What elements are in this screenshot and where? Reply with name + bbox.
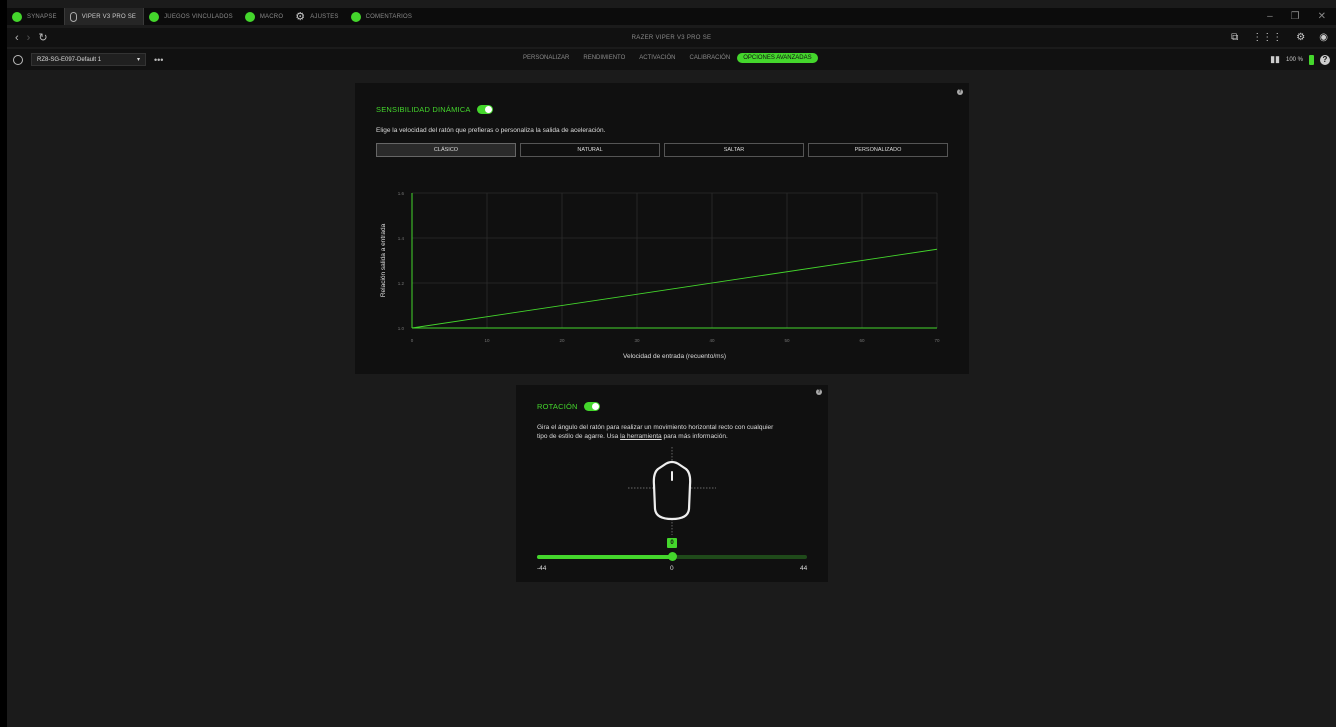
settings-icon[interactable]: ⚙ <box>1296 32 1305 43</box>
refresh-icon[interactable]: ↻ <box>38 31 47 44</box>
tab-feedback[interactable]: COMENTARIOS <box>346 8 419 25</box>
status-area: ▮▮ 100 % ? <box>1270 54 1336 65</box>
sub-tabs: PERSONALIZAR RENDIMIENTO ACTIVACIÓN CALI… <box>516 53 818 63</box>
y-axis-title: Relación salida a entrada <box>380 223 387 297</box>
maximize-icon[interactable]: ❐ <box>1291 11 1300 22</box>
help-icon[interactable]: ? <box>1320 54 1330 65</box>
x-tick-label: 20 <box>559 338 565 343</box>
rotation-value-badge: 0 <box>667 538 677 548</box>
device-title: RAZER VIPER V3 PRO SE <box>631 34 712 41</box>
subtab-calibracion[interactable]: CALIBRACIÓN <box>683 53 738 63</box>
close-icon[interactable]: ✕ <box>1318 11 1326 22</box>
y-tick-label: 1.6 <box>398 191 405 196</box>
profile-select[interactable]: RZ8-SG-E097-Default 1 ▾ <box>31 53 146 66</box>
tab-label: SYNAPSE <box>27 13 57 20</box>
chevron-down-icon: ▾ <box>136 57 140 63</box>
forward-icon[interactable]: › <box>27 32 31 44</box>
tab-macro[interactable]: MACRO <box>240 8 290 25</box>
series-line <box>411 248 938 329</box>
mouse-outline-icon <box>652 460 692 521</box>
macro-icon <box>244 11 255 22</box>
profile-name: RZ8-SG-E097-Default 1 <box>37 56 102 63</box>
battery-icon <box>1309 54 1314 65</box>
nav-tools: ⧉ ⋮⋮⋮ ⚙ ◉ <box>1231 32 1336 43</box>
devices-icon[interactable]: ⧉ <box>1231 32 1238 43</box>
tab-label: COMENTARIOS <box>365 13 413 20</box>
apps-grid-icon[interactable]: ⋮⋮⋮ <box>1252 32 1282 43</box>
feedback-icon <box>350 11 361 22</box>
x-tick-label: 50 <box>784 338 790 343</box>
subtab-rendimiento[interactable]: RENDIMIENTO <box>576 53 632 63</box>
rotation-max-label: 44 <box>800 565 808 572</box>
y-tick-label: 1.2 <box>398 281 405 286</box>
tab-label: VIPER V3 PRO SE <box>81 13 137 20</box>
subtab-opciones-avanzadas[interactable]: OPCIONES AVANZADAS <box>737 53 818 63</box>
subtab-activacion[interactable]: ACTIVACIÓN <box>632 53 682 63</box>
mouse-icon <box>69 11 77 22</box>
profile-bar: RZ8-SG-E097-Default 1 ▾ ••• PERSONALIZAR… <box>7 49 1336 70</box>
synapse-icon <box>12 11 22 22</box>
sensitivity-chart: 0 10 20 30 40 50 60 70 1.0 1.2 1.4 1.6 Velocidad de … <box>380 191 940 360</box>
nav-bar: ‹ › ↻ RAZER VIPER V3 PRO SE ⧉ ⋮⋮⋮ ⚙ ◉ <box>7 28 1336 47</box>
account-icon[interactable]: ◉ <box>1319 32 1328 43</box>
tab-linked-games[interactable]: JUEGOS VINCULADOS <box>144 8 240 25</box>
tab-label: AJUSTES <box>310 13 339 20</box>
tab-label: JUEGOS VINCULADOS <box>164 13 233 20</box>
rotation-panel: ? ROTACIÓN Gira el ángulo del ratón para… <box>516 385 828 582</box>
slider-fill <box>537 555 672 559</box>
x-tick-label: 0 <box>411 338 414 343</box>
profile-icon[interactable] <box>13 54 23 65</box>
gamepad-icon <box>149 11 160 22</box>
minimize-icon[interactable]: – <box>1267 11 1273 22</box>
rotation-min-label: -44 <box>537 565 547 572</box>
x-tick-label: 30 <box>634 338 640 343</box>
tab-synapse[interactable]: SYNAPSE <box>7 8 64 25</box>
tab-settings[interactable]: ⚙ AJUSTES <box>290 8 345 25</box>
gear-icon: ⚙ <box>295 10 306 23</box>
x-axis-title: Velocidad de entrada (recuento/ms) <box>623 353 726 360</box>
x-tick-label: 70 <box>934 338 940 343</box>
battery-percent: 100 % <box>1285 56 1303 63</box>
app-window: SYNAPSE VIPER V3 PRO SE JUEGOS VINCULADO… <box>0 0 1336 727</box>
y-tick-label: 1.4 <box>398 236 405 241</box>
x-tick-label: 40 <box>709 338 715 343</box>
back-icon[interactable]: ‹ <box>15 32 19 44</box>
y-tick-label: 1.0 <box>398 326 405 331</box>
window-edge <box>0 0 7 727</box>
tab-label: MACRO <box>259 13 284 20</box>
rotation-slider[interactable] <box>537 552 807 561</box>
x-tick-label: 10 <box>484 338 490 343</box>
subtab-personalizar[interactable]: PERSONALIZAR <box>516 53 576 63</box>
window-controls: – ❐ ✕ <box>1267 11 1336 22</box>
onboard-memory-icon[interactable]: ▮▮ <box>1270 54 1280 65</box>
x-tick-label: 60 <box>859 338 865 343</box>
more-options-icon[interactable]: ••• <box>154 55 163 65</box>
rotation-value-label: 0 <box>670 565 674 572</box>
tab-viper[interactable]: VIPER V3 PRO SE <box>63 8 145 25</box>
slider-thumb[interactable] <box>668 552 677 561</box>
dynamic-sensitivity-panel: ? SENSIBILIDAD DINÁMICA Elige la velocid… <box>355 83 969 374</box>
top-tab-bar: SYNAPSE VIPER V3 PRO SE JUEGOS VINCULADO… <box>7 8 1336 25</box>
